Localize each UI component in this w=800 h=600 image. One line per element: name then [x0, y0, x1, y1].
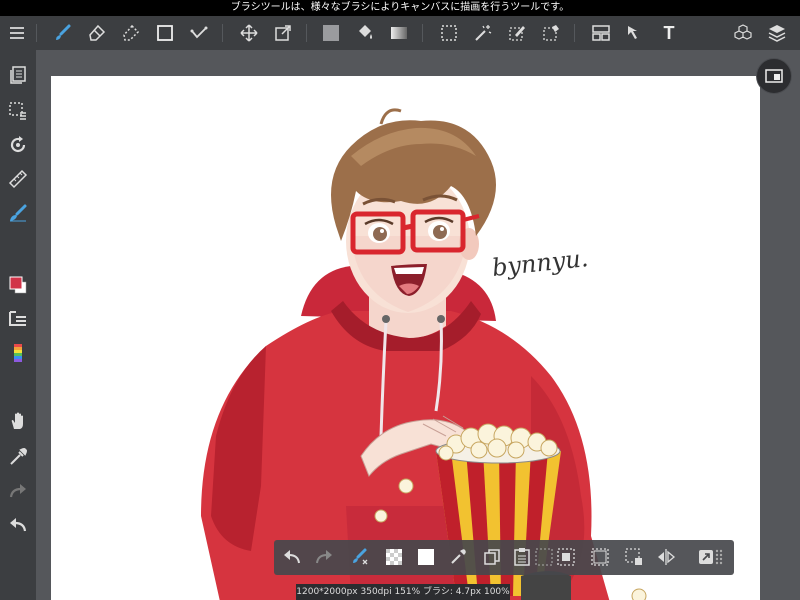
artist-signature: bynnyu.: [491, 244, 590, 282]
paste-icon[interactable]: [510, 545, 534, 569]
deselect-icon[interactable]: [532, 545, 556, 569]
transform-selection-icon[interactable]: [622, 545, 646, 569]
eraser-icon[interactable]: [84, 20, 110, 46]
operation-icon[interactable]: [622, 20, 648, 46]
redo-icon[interactable]: [312, 545, 336, 569]
navigator-button[interactable]: [756, 58, 792, 94]
eyedropper-icon[interactable]: [5, 444, 31, 470]
bb-spacer: [450, 545, 474, 569]
rectangle-shape-icon[interactable]: [152, 20, 178, 46]
layer-panel-icon[interactable]: [5, 62, 31, 88]
undo-icon[interactable]: [280, 545, 304, 569]
dotted-eraser-icon[interactable]: [118, 20, 144, 46]
toolbar-separator: [422, 24, 423, 42]
material-icon[interactable]: [730, 20, 756, 46]
toolbar-separator: [222, 24, 223, 42]
brush-icon[interactable]: [50, 20, 76, 46]
move-icon[interactable]: [236, 20, 262, 46]
character-illustration: bynnyu.: [201, 108, 647, 600]
selection-layer-icon[interactable]: [5, 98, 31, 124]
flip-icon[interactable]: [654, 545, 678, 569]
left-toolbar: [0, 50, 36, 600]
select-icon[interactable]: [436, 20, 462, 46]
invert-selection-icon[interactable]: [554, 545, 578, 569]
transparent-color-icon[interactable]: [382, 545, 406, 569]
ruler-icon[interactable]: [5, 166, 31, 192]
transform-icon[interactable]: [270, 20, 296, 46]
layers-icon[interactable]: [764, 20, 790, 46]
brush-menu-icon[interactable]: [5, 306, 31, 332]
frame-divider-icon[interactable]: [588, 20, 614, 46]
toolbar-separator: [306, 24, 307, 42]
hand-icon[interactable]: [5, 408, 31, 434]
toolbar-separator: [36, 24, 37, 42]
snap-icon[interactable]: [186, 20, 212, 46]
canvas-area[interactable]: bynnyu.: [36, 50, 800, 600]
redo-icon[interactable]: [5, 478, 31, 504]
fill-color-icon[interactable]: [318, 20, 344, 46]
gradation-icon[interactable]: [386, 20, 412, 46]
copy-icon[interactable]: [480, 545, 504, 569]
select-eraser-icon[interactable]: [538, 20, 564, 46]
brush-settings-icon[interactable]: [348, 545, 372, 569]
text-tool-button[interactable]: T: [656, 20, 682, 46]
toolbar-separator: [574, 24, 575, 42]
bottom-toolbar: [274, 540, 734, 575]
select-all-icon[interactable]: [588, 545, 612, 569]
select-pen-icon[interactable]: [504, 20, 530, 46]
color-swatch-icon[interactable]: [5, 272, 31, 298]
status-bar-message: ブラシツールは、様々なブラシによりキャンバスに描画を行うツールです。: [0, 0, 800, 16]
brush-tool-icon[interactable]: [5, 200, 31, 226]
color-palette-icon[interactable]: [5, 340, 31, 366]
bucket-icon[interactable]: [352, 20, 378, 46]
canvas-paper[interactable]: bynnyu.: [51, 76, 760, 600]
menu-icon[interactable]: [4, 20, 30, 46]
canvas-info: 1200*2000px 350dpi 151% ブラシ: 4.7px 100%: [296, 584, 510, 600]
top-toolbar: T: [0, 16, 800, 50]
undo-icon[interactable]: [5, 512, 31, 538]
magic-wand-icon[interactable]: [470, 20, 496, 46]
rotate-icon[interactable]: [5, 132, 31, 158]
white-color-icon[interactable]: [414, 545, 438, 569]
grip-icon[interactable]: [708, 545, 732, 569]
navigator-icon: [765, 69, 783, 83]
